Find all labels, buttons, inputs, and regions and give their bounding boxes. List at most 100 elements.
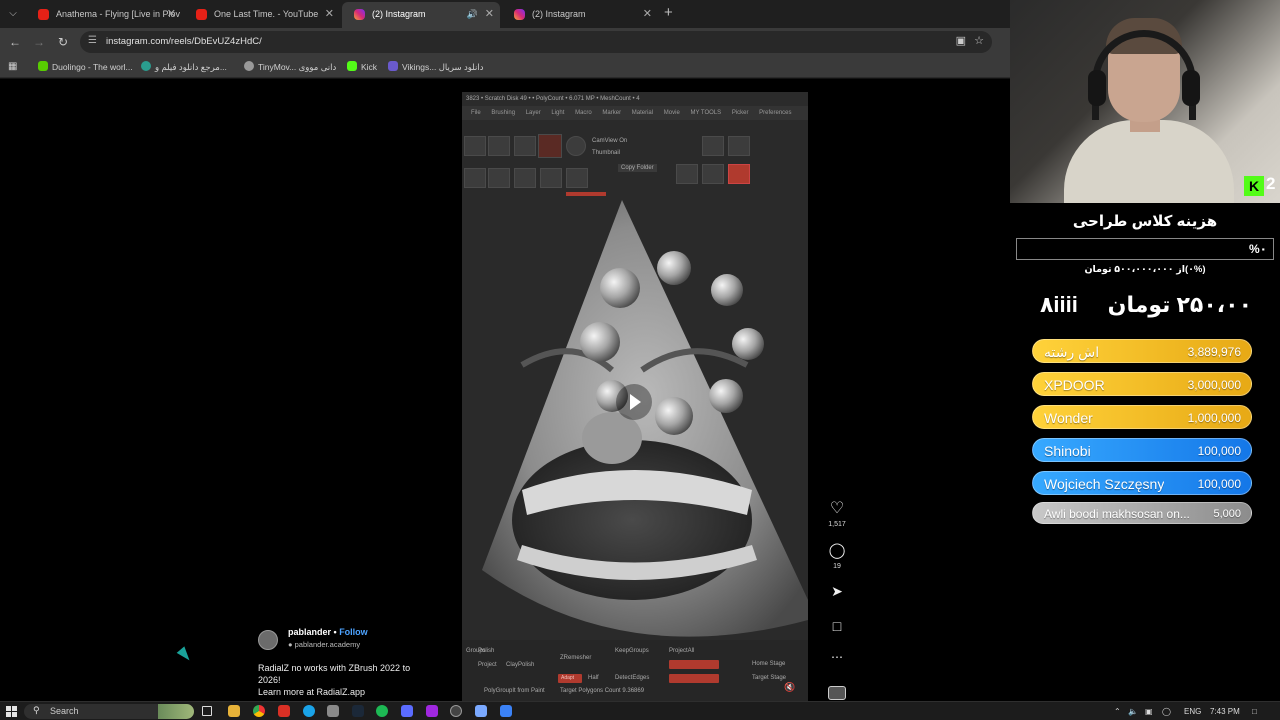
app-icon[interactable]: [327, 705, 339, 717]
volume-icon[interactable]: 🔈: [1128, 702, 1138, 720]
zbrush-menu-bar: File Brushing Layer Light Macro Marker M…: [462, 106, 808, 120]
zbrush-menu-item: Light: [551, 110, 565, 116]
clock[interactable]: 7:43 PM: [1210, 702, 1240, 720]
eyeball: [600, 268, 640, 308]
like-button[interactable]: ♡ 1,517: [826, 498, 848, 528]
save-icon[interactable]: □: [826, 618, 848, 634]
back-icon[interactable]: ←: [7, 34, 23, 50]
windows-start-icon[interactable]: [6, 706, 17, 717]
tab-one-last-time[interactable]: One Last Time. - YouTube ✕: [184, 3, 340, 25]
new-tab-icon[interactable]: +: [664, 4, 673, 21]
zbrush-menu-item: File: [471, 110, 481, 116]
taskbar-search[interactable]: ⚲ Search: [24, 704, 194, 719]
duolingo-icon: [38, 61, 48, 71]
bookmark-vikings[interactable]: Vikings... دانلود سریال: [388, 56, 484, 78]
speaker-icon[interactable]: 🔊: [467, 2, 478, 26]
install-app-icon[interactable]: ▣: [956, 34, 966, 47]
chrome-icon[interactable]: [253, 705, 265, 717]
tray-icon[interactable]: ◯: [1162, 702, 1171, 720]
bookmark-label: Kick: [361, 62, 378, 72]
zbrush-projectall-label: ProjectAll: [669, 648, 695, 654]
app-icon[interactable]: [401, 705, 413, 717]
comment-button[interactable]: ◯ 19: [826, 541, 848, 570]
donor-name: Wojciech Szczęsny: [1044, 476, 1165, 492]
forward-icon[interactable]: →: [31, 34, 47, 50]
close-icon[interactable]: ✕: [167, 3, 176, 25]
bookmark-tinymovie[interactable]: TinyMov... دانی مووی: [244, 56, 336, 78]
site-info-icon[interactable]: ☰: [88, 35, 97, 46]
tab-search-icon[interactable]: ⌵: [4, 5, 22, 23]
notification-icon[interactable]: □: [1252, 702, 1257, 720]
search-icon: ⚲: [33, 705, 40, 715]
obs-icon[interactable]: [450, 705, 462, 717]
spotify-icon[interactable]: [376, 705, 388, 717]
person-icon: ●: [288, 640, 293, 649]
play-button[interactable]: [616, 384, 652, 420]
kick-icon: K: [1244, 176, 1264, 196]
zbrush-camview-label: CamView On: [592, 138, 628, 144]
donor-row: Shinobi 100,000: [1032, 438, 1252, 462]
headset-earcup: [1182, 70, 1200, 106]
app-icon[interactable]: [278, 705, 290, 717]
audio-thumbnail[interactable]: [828, 686, 846, 700]
navigation-bar: ← → ↻ ☰ instagram.com/reels/DbEvUZ4zHdC/…: [0, 28, 1010, 56]
zbrush-bottom-palette: Groups Polish Project ClayPolish ZRemesh…: [462, 640, 808, 701]
donor-name: Shinobi: [1044, 443, 1091, 459]
close-icon[interactable]: ✕: [643, 3, 652, 25]
tab-instagram[interactable]: (2) Instagram ✕: [502, 3, 658, 25]
steam-icon[interactable]: [352, 705, 364, 717]
bookmark-movie-site[interactable]: مرجع دانلود فیلم و...: [141, 56, 227, 78]
zbrush-menu-item: Picker: [731, 110, 749, 116]
address-bar[interactable]: ☰ instagram.com/reels/DbEvUZ4zHdC/ ▣ ☆: [80, 31, 992, 53]
zbrush-menu-item: Layer: [525, 110, 541, 116]
task-view-icon[interactable]: [202, 706, 212, 716]
avatar[interactable]: [258, 630, 278, 650]
tab-title: (2) Instagram: [372, 9, 426, 19]
app-icon[interactable]: [426, 705, 438, 717]
bookmark-duolingo[interactable]: Duolingo - The worl...: [38, 56, 133, 78]
share-icon[interactable]: ➤: [826, 583, 848, 600]
zbrush-canvas: [462, 200, 808, 640]
close-icon[interactable]: ✕: [325, 3, 334, 25]
webcam-person-body: [1064, 120, 1234, 203]
zbrush-menu-item: MY TOOLS: [690, 110, 722, 116]
zbrush-tool-button: [676, 164, 698, 184]
app-icon[interactable]: [500, 705, 512, 717]
reel-video[interactable]: 3823 • Scratch Disk 49 • • PolyCount • 6…: [462, 92, 808, 640]
username[interactable]: pablander: [288, 627, 331, 637]
edge-icon[interactable]: [303, 705, 315, 717]
goal-percent: %۰: [1249, 242, 1267, 256]
eyeball: [580, 322, 620, 362]
zbrush-polygroups-label: PolyGroupIt from Paint: [484, 688, 545, 694]
donor-row: XPDOOR 3,000,000: [1032, 372, 1252, 396]
tab-anathema[interactable]: Anathema - Flying [Live in Plov ✕: [26, 3, 182, 25]
app-icon[interactable]: [475, 705, 487, 717]
close-icon[interactable]: ✕: [485, 2, 494, 26]
network-icon[interactable]: ▣: [1145, 702, 1153, 720]
caption-line: Learn more at RadialZ.app: [258, 687, 366, 697]
apps-grid-icon[interactable]: ▦: [8, 56, 17, 78]
tab-instagram-active[interactable]: (2) Instagram 🔊 ✕: [342, 2, 500, 28]
bookmark-star-icon[interactable]: ☆: [974, 34, 984, 47]
zbrush-active-button: [728, 164, 750, 184]
zbrush-menu-item: Macro: [575, 110, 592, 116]
zbrush-red-slider: [669, 674, 719, 683]
more-options-icon[interactable]: ⋯: [826, 650, 848, 664]
reload-icon[interactable]: ↻: [55, 34, 71, 50]
zbrush-menu-item: Marker: [602, 110, 622, 116]
post-author[interactable]: pablander • Follow: [288, 627, 368, 637]
follow-button[interactable]: Follow: [339, 627, 368, 637]
kick-icon: [347, 61, 357, 71]
show-hidden-icons-icon[interactable]: ⌃: [1114, 702, 1121, 720]
comment-count: 19: [833, 563, 841, 570]
instagram-icon: [354, 9, 365, 20]
url-text[interactable]: instagram.com/reels/DbEvUZ4zHdC/: [106, 31, 262, 53]
mute-icon[interactable]: 🔇: [784, 682, 795, 693]
bookmark-kick[interactable]: Kick: [347, 56, 377, 78]
zbrush-detectedges-label: DetectEdges: [615, 675, 650, 681]
language-indicator[interactable]: ENG: [1184, 702, 1201, 720]
viewer-count: 2: [1266, 174, 1276, 193]
zbrush-tool-button: [464, 168, 486, 188]
file-explorer-icon[interactable]: [228, 705, 240, 717]
audio-credit[interactable]: ● pablander.academy: [288, 640, 360, 649]
